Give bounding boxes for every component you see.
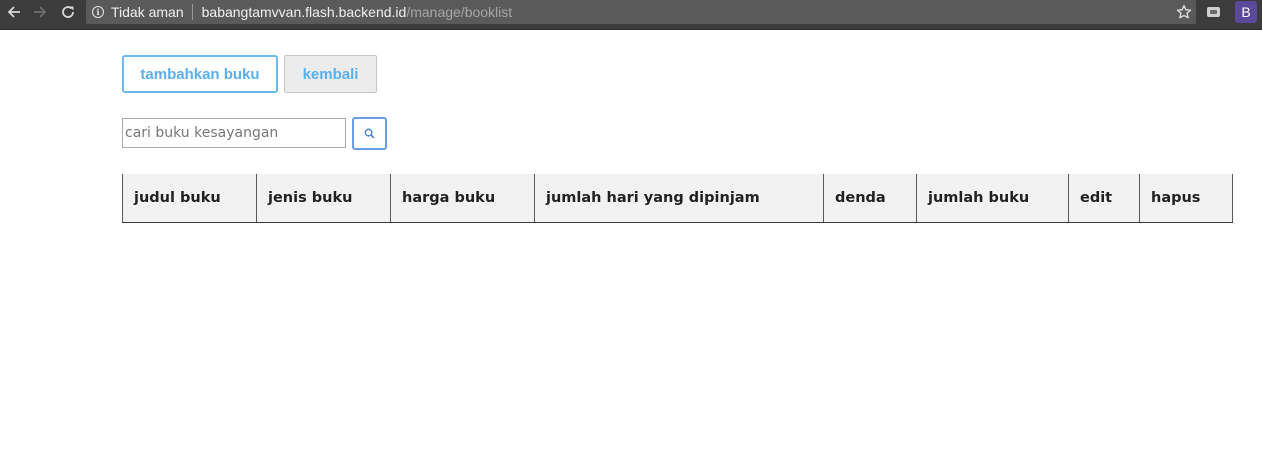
back-button[interactable]	[2, 0, 26, 24]
extension-icon[interactable]	[1205, 5, 1221, 18]
info-icon[interactable]: i	[92, 6, 104, 18]
omnibox-separator	[191, 4, 193, 20]
column-header-type: jenis buku	[256, 174, 391, 223]
search-button[interactable]	[352, 117, 387, 150]
back-link-button[interactable]: kembali	[284, 55, 377, 93]
forward-button[interactable]	[28, 0, 52, 24]
book-table: judul buku jenis buku harga buku jumlah …	[122, 174, 1233, 223]
security-label[interactable]: Tidak aman	[111, 4, 184, 20]
add-book-button[interactable]: tambahkan buku	[122, 55, 278, 93]
arrow-right-icon	[34, 6, 47, 18]
url-host[interactable]: babangtamvvan.flash.backend.id	[202, 4, 407, 20]
column-header-title: judul buku	[122, 174, 257, 223]
reload-button[interactable]	[56, 0, 80, 24]
browser-toolbar: i Tidak aman babangtamvvan.flash.backend…	[0, 0, 1262, 30]
column-header-delete: hapus	[1139, 174, 1233, 223]
search-icon	[364, 128, 375, 139]
search-input[interactable]	[122, 118, 346, 148]
arrow-left-icon	[7, 6, 20, 18]
url-path[interactable]: /manage/booklist	[406, 4, 512, 20]
column-header-days-borrowed: jumlah hari yang dipinjam	[534, 174, 824, 223]
column-header-price: harga buku	[390, 174, 535, 223]
reload-icon	[62, 6, 74, 18]
address-bar[interactable]: i Tidak aman babangtamvvan.flash.backend…	[86, 0, 1196, 24]
column-header-quantity: jumlah buku	[916, 174, 1069, 223]
column-header-edit: edit	[1068, 174, 1140, 223]
table-header-row: judul buku jenis buku harga buku jumlah …	[122, 174, 1233, 223]
column-header-fine: denda	[823, 174, 917, 223]
profile-avatar[interactable]: B	[1235, 1, 1257, 23]
bookmark-star-icon[interactable]	[1172, 0, 1196, 24]
